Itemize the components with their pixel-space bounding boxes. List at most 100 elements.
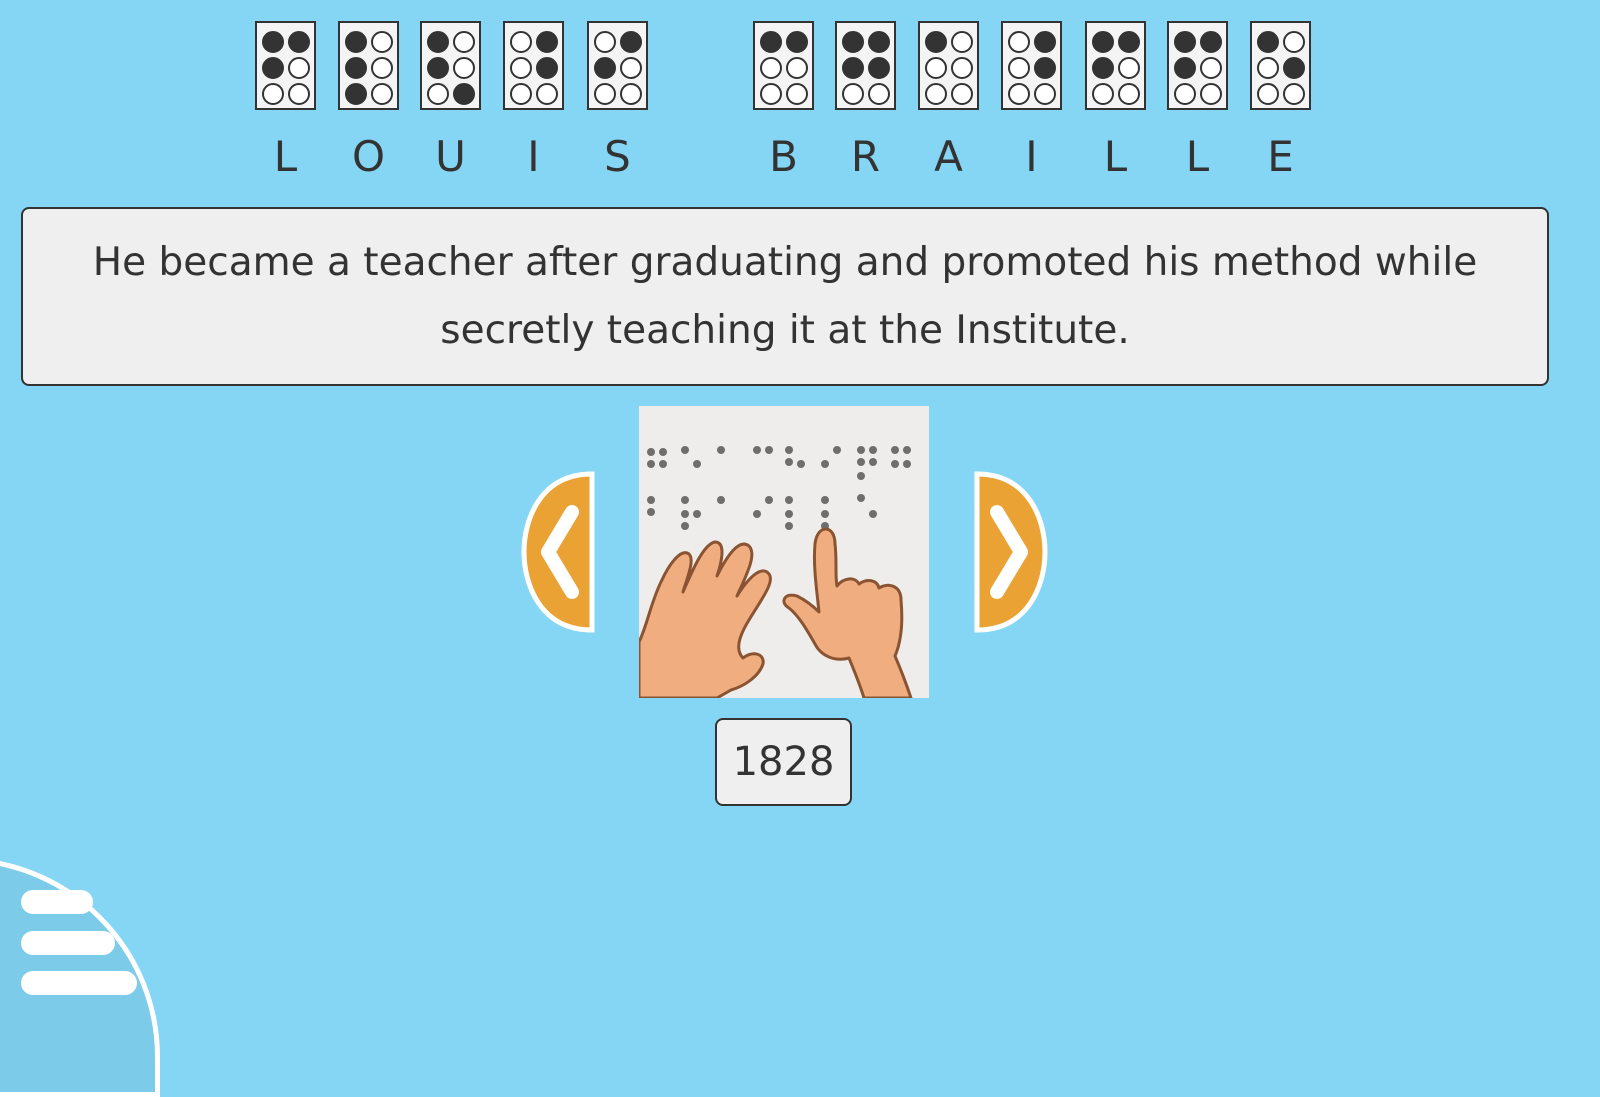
braille-dot-empty: [925, 57, 947, 79]
braille-letter-label: I: [1025, 132, 1038, 181]
braille-letter-label: L: [1185, 132, 1210, 181]
menu-bar-top: [21, 890, 93, 914]
braille-letter-label: B: [769, 132, 798, 181]
braille-dot-raised: [345, 83, 367, 105]
braille-dot-empty: [594, 31, 616, 53]
braille-dot-raised: [1034, 57, 1056, 79]
braille-letter-label: O: [351, 132, 386, 181]
braille-letter-label: L: [1103, 132, 1128, 181]
braille-cell: [255, 21, 316, 110]
braille-dot-raised: [842, 57, 864, 79]
braille-dot-empty: [453, 31, 475, 53]
braille-dot-empty: [1092, 83, 1114, 105]
braille-dot-raised: [786, 31, 808, 53]
braille-cell: [1085, 21, 1146, 110]
braille-cell: [338, 21, 399, 110]
braille-dot-raised: [345, 31, 367, 53]
braille-dot-empty: [951, 31, 973, 53]
braille-dot-empty: [868, 83, 890, 105]
braille-dot-raised: [427, 31, 449, 53]
braille-dot-raised: [1118, 31, 1140, 53]
braille-cell: [420, 21, 481, 110]
braille-dot-raised: [868, 57, 890, 79]
braille-dot-empty: [760, 57, 782, 79]
braille-dot-raised: [760, 31, 782, 53]
braille-dot-empty: [371, 83, 393, 105]
braille-dot-empty: [1008, 31, 1030, 53]
braille-dot-empty: [536, 83, 558, 105]
braille-dot-empty: [1200, 83, 1222, 105]
braille-letter-label: A: [934, 132, 963, 181]
braille-dot-raised: [536, 57, 558, 79]
braille-dot-empty: [1200, 57, 1222, 79]
braille-dot-raised: [1092, 31, 1114, 53]
braille-dot-empty: [951, 57, 973, 79]
braille-dot-empty: [951, 83, 973, 105]
braille-dot-raised: [1283, 57, 1305, 79]
braille-dot-empty: [371, 57, 393, 79]
fact-box: He became a teacher after graduating and…: [21, 207, 1549, 386]
braille-name-heading: L OU I S B R A I L L E: [0, 0, 1600, 200]
braille-dot-empty: [1283, 31, 1305, 53]
menu-button[interactable]: [0, 857, 160, 1097]
braille-dot-raised: [262, 31, 284, 53]
braille-dot-empty: [1118, 57, 1140, 79]
braille-letter-label: L: [273, 132, 298, 181]
braille-dot-empty: [510, 83, 532, 105]
braille-dot-raised: [288, 31, 310, 53]
braille-cell: [918, 21, 979, 110]
braille-cell: [587, 21, 648, 110]
braille-cell: [1167, 21, 1228, 110]
braille-letter-label: R: [850, 132, 881, 181]
braille-dot-raised: [620, 31, 642, 53]
braille-letter-label: I: [527, 132, 540, 181]
braille-dot-empty: [371, 31, 393, 53]
braille-dot-raised: [1034, 31, 1056, 53]
previous-button[interactable]: [520, 470, 596, 634]
chevron-left-icon: [521, 471, 595, 633]
braille-dot-empty: [1257, 83, 1279, 105]
braille-dot-raised: [1174, 31, 1196, 53]
braille-dot-empty: [1008, 83, 1030, 105]
braille-dot-raised: [1200, 31, 1222, 53]
chevron-right-icon: [974, 471, 1048, 633]
fact-text: He became a teacher after graduating and…: [92, 239, 1478, 353]
braille-dot-raised: [842, 31, 864, 53]
braille-dot-raised: [1174, 57, 1196, 79]
braille-dot-raised: [262, 57, 284, 79]
next-button[interactable]: [973, 470, 1049, 634]
braille-dot-raised: [925, 31, 947, 53]
braille-dot-empty: [760, 83, 782, 105]
braille-letter-label: U: [435, 132, 466, 181]
braille-dot-empty: [1008, 57, 1030, 79]
braille-cell: [835, 21, 896, 110]
braille-dot-empty: [1034, 83, 1056, 105]
braille-dot-raised: [453, 83, 475, 105]
braille-dot-empty: [1174, 83, 1196, 105]
braille-dot-empty: [786, 83, 808, 105]
braille-dot-raised: [594, 57, 616, 79]
braille-dot-raised: [1257, 31, 1279, 53]
hands-reading-braille-icon: [639, 406, 929, 698]
braille-dot-raised: [427, 57, 449, 79]
braille-dot-raised: [536, 31, 558, 53]
braille-dot-empty: [1257, 57, 1279, 79]
braille-dot-raised: [345, 57, 367, 79]
braille-dot-empty: [620, 57, 642, 79]
year-badge: 1828: [715, 718, 852, 806]
menu-bar-bottom: [21, 971, 137, 995]
braille-letter-label: S: [604, 132, 631, 181]
menu-bar-middle: [21, 931, 115, 955]
braille-dot-empty: [510, 31, 532, 53]
braille-dot-empty: [1283, 83, 1305, 105]
braille-dot-empty: [1118, 83, 1140, 105]
braille-dot-empty: [288, 57, 310, 79]
braille-dot-raised: [1092, 57, 1114, 79]
braille-dot-raised: [868, 31, 890, 53]
braille-dot-empty: [427, 83, 449, 105]
braille-cell: [503, 21, 564, 110]
braille-dot-empty: [510, 57, 532, 79]
braille-dot-empty: [925, 83, 947, 105]
braille-dot-empty: [620, 83, 642, 105]
braille-cell: [1250, 21, 1311, 110]
